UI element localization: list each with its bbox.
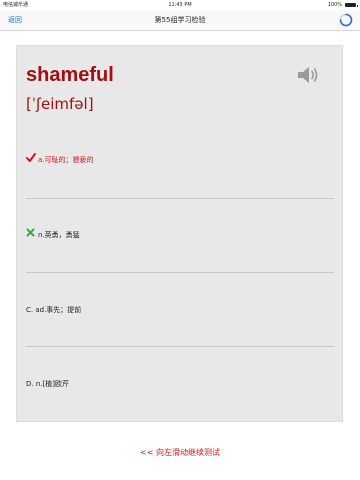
answer-option-d-label: D. n.[植]欧芹 bbox=[26, 380, 69, 388]
answer-option-d[interactable]: D. n.[植]欧芹 bbox=[26, 377, 326, 391]
option-divider bbox=[26, 272, 334, 273]
answer-option-a-label: a.可耻的；猥亵的 bbox=[38, 156, 94, 164]
loading-spinner-icon bbox=[339, 13, 353, 27]
cross-icon bbox=[26, 228, 38, 242]
phonetic-transcription: [ˈʃeimfəl] bbox=[26, 95, 94, 113]
quiz-word: shameful bbox=[26, 64, 114, 86]
battery-icon bbox=[345, 3, 358, 7]
swipe-continue-hint[interactable]: << 向左滑动继续测试 bbox=[0, 447, 360, 458]
checkmark-icon bbox=[26, 153, 38, 167]
answer-option-b[interactable]: n.英勇，勇猛 bbox=[26, 228, 326, 242]
speaker-icon[interactable] bbox=[296, 65, 320, 85]
page-title: 第55组学习检验 bbox=[154, 16, 206, 24]
navigation-bar: 返回 第55组学习检验 bbox=[0, 10, 360, 31]
battery-percentage: 100% bbox=[327, 2, 342, 8]
option-divider bbox=[26, 198, 334, 199]
answer-option-c[interactable]: C. ad.事先；提前 bbox=[26, 303, 326, 317]
quiz-card: shameful [ˈʃeimfəl] a.可耻的；猥亵的 n.英勇，勇猛 C.… bbox=[16, 45, 343, 422]
answer-option-a[interactable]: a.可耻的；猥亵的 bbox=[26, 153, 326, 167]
answer-option-b-label: n.英勇，勇猛 bbox=[38, 231, 80, 239]
option-divider bbox=[26, 346, 334, 347]
status-bar: 电信诚乐通 11:43 PM 100% bbox=[0, 0, 360, 10]
answer-option-c-label: C. ad.事先；提前 bbox=[26, 306, 82, 314]
status-time: 11:43 PM bbox=[168, 2, 192, 8]
